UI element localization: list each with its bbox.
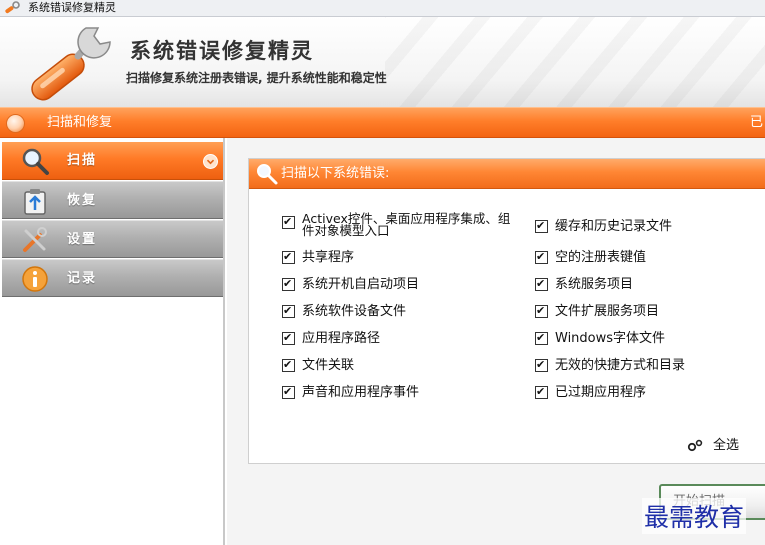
sidebar-item-label: 记录 — [67, 271, 98, 286]
sidebar-item-label: 恢复 — [67, 193, 98, 208]
checkbox[interactable] — [535, 276, 548, 292]
info-icon — [22, 266, 48, 292]
panel-title: 扫描以下系统错误: — [281, 166, 390, 181]
home-icon[interactable] — [6, 114, 25, 133]
breadcrumb: 扫描和修复 — [47, 115, 113, 130]
checkbox[interactable] — [535, 357, 548, 373]
nav-right-text: 已 — [750, 115, 764, 130]
navigation-bar: 扫描和修复 已 — [0, 107, 765, 138]
window-titlebar: 系统错误修复精灵 — [0, 0, 765, 17]
sidebar-item-restore[interactable]: 恢复 — [2, 181, 223, 219]
watermark: 最需教育 — [642, 498, 747, 534]
window-title: 系统错误修复精灵 — [28, 1, 116, 14]
option-label: 系统软件设备文件 — [302, 304, 407, 319]
checkbox[interactable] — [535, 218, 548, 234]
option-label: 已过期应用程序 — [555, 385, 647, 400]
scan-options-panel: 扫描以下系统错误: Activex控件、桌面应用程序集成、组件对象模型入口 共享… — [248, 158, 765, 464]
checkbox[interactable] — [535, 384, 548, 400]
sidebar-item-scan[interactable]: 扫描 — [2, 142, 223, 180]
option-label: Windows字体文件 — [555, 331, 666, 346]
option-label: 文件扩展服务项目 — [555, 304, 660, 319]
restore-clipboard-icon — [24, 189, 46, 215]
checkbox[interactable] — [535, 330, 548, 346]
header-banner: 系统错误修复精灵 扫描修复系统注册表错误, 提升系统性能和稳定性 — [0, 17, 765, 107]
sidebar-item-settings[interactable]: 设置 — [2, 220, 223, 258]
option-label: 系统开机自启动项目 — [302, 277, 420, 292]
select-all-label: 全选 — [713, 438, 740, 453]
checkbox[interactable] — [282, 330, 295, 346]
sidebar: 扫描 恢复 设置 记录 — [0, 138, 225, 545]
magnifier-icon — [22, 148, 49, 175]
option-label: Activex控件、桌面应用程序集成、组件对象模型入口 — [302, 211, 511, 238]
gears-icon — [687, 439, 703, 452]
option-label: 缓存和历史记录文件 — [555, 219, 673, 234]
option-label: 空的注册表键值 — [555, 250, 647, 265]
banner-decoration — [385, 17, 765, 107]
wrench-logo-icon — [31, 27, 111, 101]
checkbox[interactable] — [282, 214, 295, 230]
checkbox[interactable] — [535, 249, 548, 265]
checkbox[interactable] — [535, 303, 548, 319]
option-label: 应用程序路径 — [302, 331, 381, 346]
panel-header: 扫描以下系统错误: — [249, 159, 765, 189]
magnifier-icon — [257, 164, 278, 185]
option-label: 文件关联 — [302, 358, 355, 373]
app-subtitle: 扫描修复系统注册表错误, 提升系统性能和稳定性 — [126, 71, 387, 85]
checkbox[interactable] — [282, 276, 295, 292]
checkbox[interactable] — [282, 384, 295, 400]
sidebar-item-label: 设置 — [67, 232, 98, 247]
option-label: 无效的快捷方式和目录 — [555, 358, 686, 373]
chevron-down-icon[interactable] — [203, 154, 218, 169]
checkbox[interactable] — [282, 357, 295, 373]
main-content: 扫描以下系统错误: Activex控件、桌面应用程序集成、组件对象模型入口 共享… — [227, 138, 765, 545]
tools-icon — [23, 227, 47, 252]
app-title: 系统错误修复精灵 — [130, 39, 314, 63]
option-label: 系统服务项目 — [555, 277, 634, 292]
checkbox[interactable] — [282, 303, 295, 319]
option-activex[interactable]: Activex控件、桌面应用程序集成、组件对象模型入口 — [282, 212, 512, 237]
checkbox[interactable] — [282, 249, 295, 265]
option-label: 共享程序 — [302, 250, 355, 265]
sidebar-item-label: 扫描 — [67, 153, 98, 168]
app-wrench-icon — [5, 1, 20, 14]
sidebar-item-log[interactable]: 记录 — [2, 259, 223, 297]
option-label: 声音和应用程序事件 — [302, 385, 420, 400]
